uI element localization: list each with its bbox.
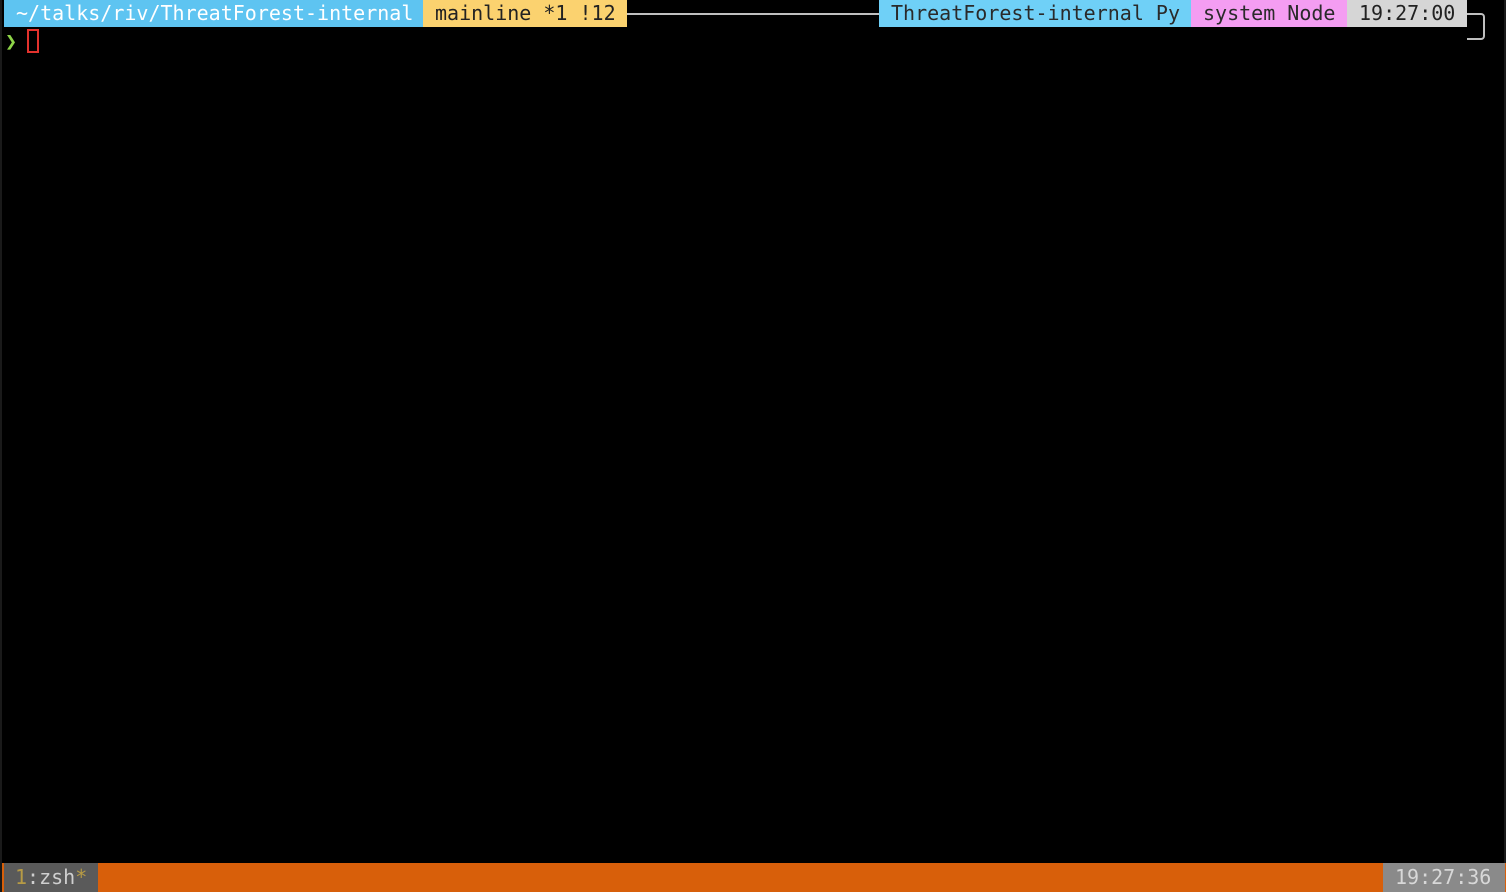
prompt-virtualenv-segment: ThreatForest-internal Py bbox=[879, 0, 1191, 27]
window-name: zsh bbox=[39, 865, 76, 889]
prompt-line: ~/talks/riv/ThreatForest-internal mainli… bbox=[2, 0, 1506, 40]
status-clock: 19:27:36 bbox=[1383, 863, 1505, 892]
window-separator: : bbox=[27, 865, 40, 889]
prompt-filler-line bbox=[627, 13, 879, 15]
prompt-node-segment: system Node bbox=[1191, 0, 1347, 27]
prompt-corner-connector bbox=[1467, 13, 1485, 40]
tmux-status-bar: 1:zsh* 19:27:36 bbox=[2, 863, 1506, 892]
prompt-symbol-icon: ❯ bbox=[5, 29, 18, 53]
terminal-window[interactable]: ~/talks/riv/ThreatForest-internal mainli… bbox=[0, 0, 1506, 892]
tmux-window-tab[interactable]: 1:zsh* bbox=[4, 863, 98, 892]
window-index: 1 bbox=[15, 865, 28, 889]
input-cursor[interactable] bbox=[27, 29, 39, 53]
prompt-git-segment: mainline *1 !12 bbox=[423, 0, 627, 27]
window-active-flag: * bbox=[75, 865, 88, 889]
prompt-directory-segment: ~/talks/riv/ThreatForest-internal bbox=[4, 0, 423, 27]
prompt-time-segment: 19:27:00 bbox=[1347, 0, 1467, 27]
